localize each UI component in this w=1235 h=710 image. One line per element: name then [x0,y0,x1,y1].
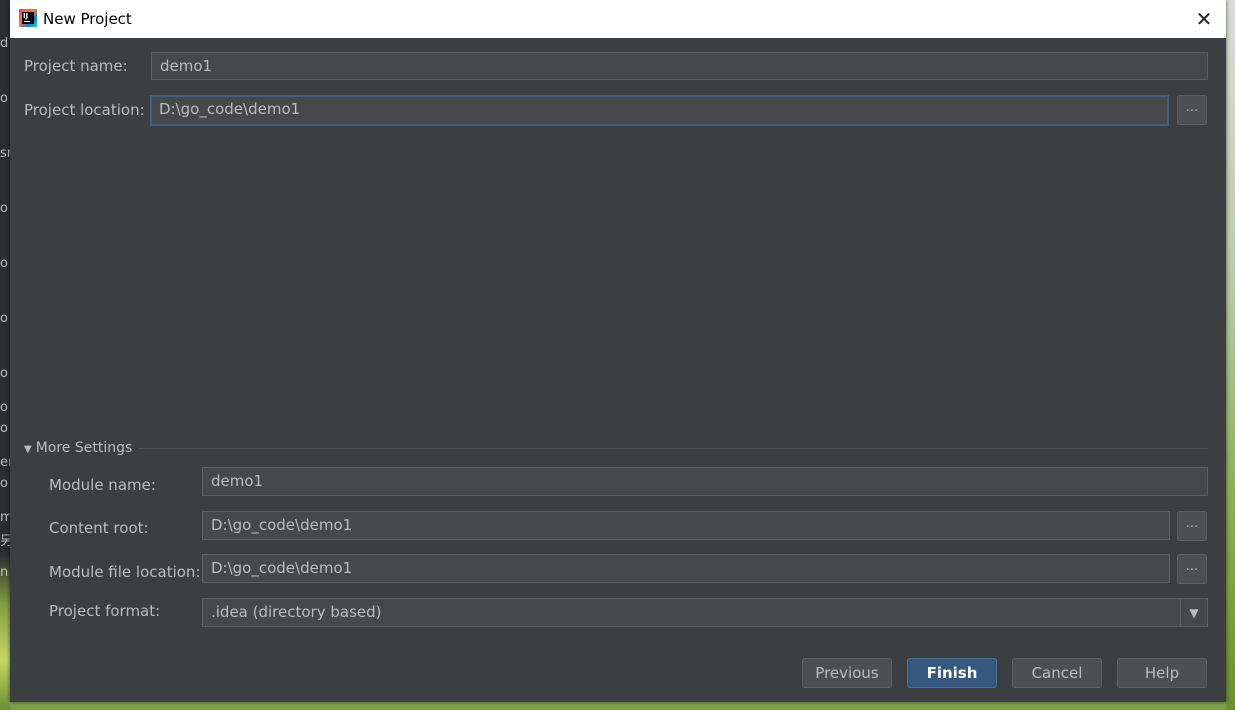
content-root-label: Content root: [49,519,149,537]
project-location-label: Project location: [24,101,145,119]
background-window-edge: d o sr o o o o o o er o m 另 n [0,0,10,710]
chevron-down-icon: ▼ [1180,599,1207,626]
more-settings-separator [138,448,1208,449]
cancel-button[interactable]: Cancel [1012,658,1102,688]
background-char: d [0,36,9,51]
background-char: o [0,400,8,415]
background-char: o [0,91,8,106]
background-char: o [0,256,8,271]
content-root-input[interactable]: D:\go_code\demo1 [202,511,1170,540]
more-settings-toggle[interactable]: ▼ More Settings [24,440,132,456]
intellij-app-icon: IJ [19,9,37,27]
background-char: o [0,421,8,436]
new-project-dialog: IJ New Project ✕ Project name: demo1 Pro… [10,0,1226,702]
window-title: New Project [43,10,132,28]
project-format-value: .idea (directory based) [211,603,382,621]
project-format-select[interactable]: .idea (directory based) ▼ [202,598,1208,627]
module-file-location-label: Module file location: [49,563,201,581]
project-name-label: Project name: [24,57,128,75]
help-button[interactable]: Help [1117,658,1207,688]
module-name-label: Module name: [49,476,156,494]
background-char: 另 [0,534,10,549]
desktop-wallpaper-edge [1226,0,1235,710]
triangle-down-icon: ▼ [24,444,32,455]
background-char: n [0,565,9,580]
background-char: o [0,476,8,491]
project-location-input[interactable]: D:\go_code\demo1 [150,95,1169,126]
title-bar: IJ New Project ✕ [10,0,1226,38]
module-file-location-browse-button[interactable]: ... [1177,554,1207,584]
background-char: o [0,311,8,326]
project-location-browse-button[interactable]: ... [1177,95,1207,125]
previous-button[interactable]: Previous [802,658,892,688]
background-char: o [0,366,8,381]
background-char: er [0,455,10,470]
background-char: sr [0,146,10,161]
close-icon: ✕ [1195,7,1213,31]
background-char: o [0,201,8,216]
project-name-input[interactable]: demo1 [151,52,1208,80]
close-button[interactable]: ✕ [1188,4,1220,34]
finish-button[interactable]: Finish [907,658,997,688]
project-format-label: Project format: [49,602,161,620]
content-root-browse-button[interactable]: ... [1177,511,1207,541]
background-char: m [0,510,10,525]
module-file-location-input[interactable]: D:\go_code\demo1 [202,554,1170,583]
more-settings-label: More Settings [35,440,133,456]
module-name-input[interactable]: demo1 [202,467,1208,496]
